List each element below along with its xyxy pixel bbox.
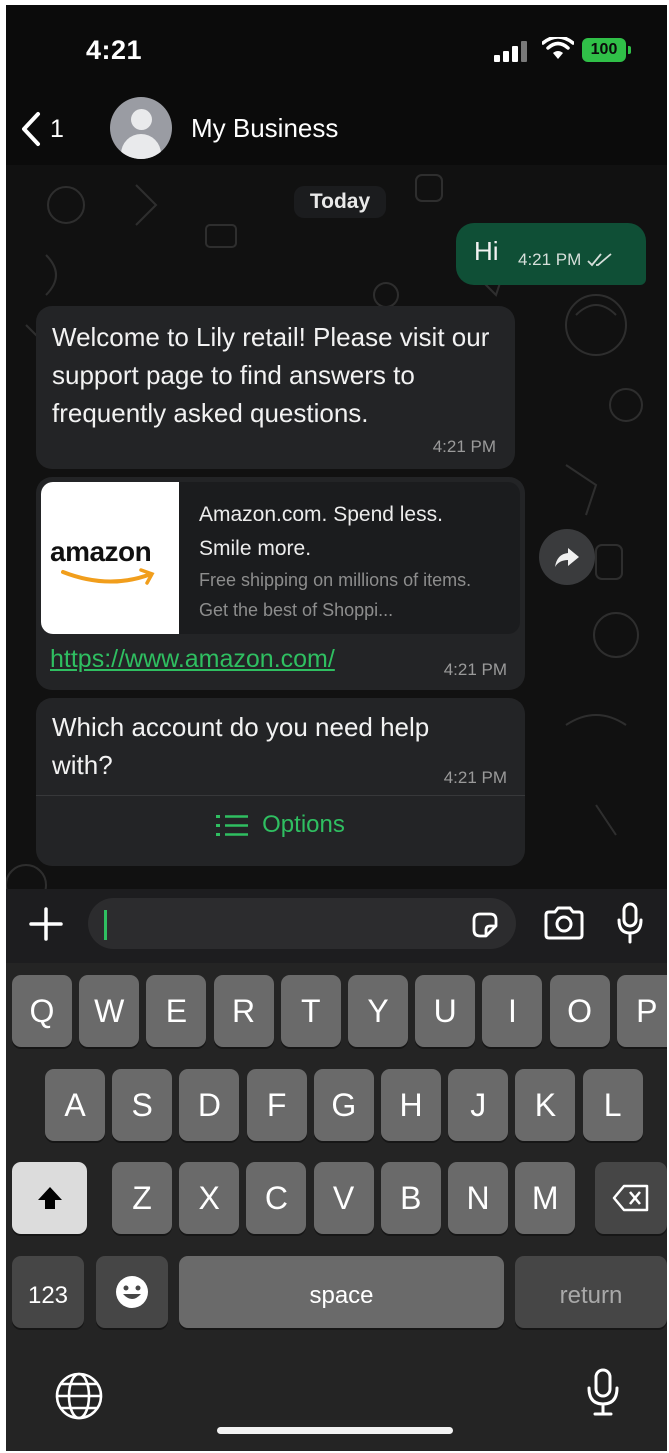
key-p[interactable]: P [616, 975, 667, 1047]
chat-area[interactable]: Today Hi 4:21 PM Welcome to Lily retail!… [6, 165, 667, 889]
key-k[interactable]: K [515, 1069, 576, 1141]
preview-title: Amazon.com. Spend less. Smile more. [199, 503, 443, 560]
key-j[interactable]: J [448, 1069, 509, 1141]
emoji-icon [116, 1276, 148, 1308]
dictation-icon[interactable] [586, 1367, 620, 1417]
message-text: Hi [474, 236, 499, 266]
message-incoming[interactable]: Which account do you need help with? 4:2… [36, 698, 525, 866]
microphone-icon[interactable] [617, 902, 643, 944]
key-m[interactable]: M [515, 1162, 576, 1234]
link-preview-card[interactable]: amazon Amazon.com. Spend less. Smile mor… [41, 482, 520, 634]
key-y[interactable]: Y [348, 975, 408, 1047]
home-indicator [217, 1427, 453, 1434]
signal-icon [494, 40, 528, 62]
forward-icon [555, 548, 579, 567]
key-v[interactable]: V [313, 1162, 374, 1234]
list-icon [216, 815, 249, 836]
back-button[interactable]: 1 [20, 111, 64, 147]
message-time: 4:21 PM [518, 250, 582, 269]
key-g[interactable]: G [313, 1069, 374, 1141]
key-t[interactable]: T [280, 975, 341, 1047]
message-time: 4:21 PM [443, 768, 507, 787]
emoji-key[interactable] [96, 1256, 168, 1328]
return-key[interactable]: return [515, 1256, 667, 1328]
message-input[interactable] [88, 898, 516, 949]
chevron-left-icon [22, 112, 40, 146]
key-w[interactable]: W [79, 975, 140, 1047]
preview-description: Free shipping on millions of items. Get … [199, 570, 472, 620]
key-r[interactable]: R [213, 975, 274, 1047]
key-u[interactable]: U [415, 975, 476, 1047]
key-q[interactable]: Q [12, 975, 72, 1047]
options-button[interactable]: Options [36, 811, 525, 839]
key-s[interactable]: S [112, 1069, 173, 1141]
key-c[interactable]: C [246, 1162, 307, 1234]
message-link-preview[interactable]: amazon Amazon.com. Spend less. Smile mor… [36, 477, 525, 690]
numbers-key[interactable]: 123 [12, 1256, 84, 1328]
double-check-icon [587, 253, 612, 267]
message-incoming[interactable]: Welcome to Lily retail! Please visit our… [36, 306, 515, 469]
unread-count: 1 [50, 114, 64, 143]
avatar[interactable] [110, 97, 172, 159]
key-n[interactable]: N [448, 1162, 508, 1234]
amazon-logo: amazon [41, 482, 179, 634]
date-chip: Today [294, 186, 386, 218]
key-i[interactable]: I [482, 975, 543, 1047]
key-f[interactable]: F [246, 1069, 307, 1141]
divider [36, 795, 525, 796]
key-x[interactable]: X [179, 1162, 240, 1234]
delete-key[interactable] [595, 1162, 667, 1234]
key-e[interactable]: E [146, 975, 207, 1047]
globe-icon[interactable] [54, 1371, 104, 1421]
phone-screen: 4:21 100 1 My Business Today Hi 4:21 PM … [6, 5, 667, 1451]
message-time: 4:21 PM [443, 660, 507, 679]
message-text: Welcome to Lily retail! Please visit our… [52, 322, 490, 428]
key-b[interactable]: B [380, 1162, 441, 1234]
composer-bar [6, 889, 667, 963]
status-bar: 4:21 100 [6, 5, 667, 93]
message-time: 4:21 PM [432, 437, 496, 456]
chat-header: 1 My Business [6, 93, 667, 165]
forward-button[interactable] [539, 529, 595, 585]
camera-icon[interactable] [543, 906, 585, 940]
options-label: Options [262, 811, 345, 838]
message-meta: 4:21 PM [518, 250, 613, 270]
amazon-smile-icon [61, 568, 155, 585]
text-caret [104, 910, 107, 940]
contact-name[interactable]: My Business [191, 113, 338, 144]
backspace-icon [612, 1184, 649, 1212]
status-time: 4:21 [86, 35, 143, 65]
key-l[interactable]: L [582, 1069, 643, 1141]
key-z[interactable]: Z [112, 1162, 172, 1234]
message-link[interactable]: https://www.amazon.com/ [50, 645, 335, 674]
shift-arrow-icon [37, 1187, 62, 1209]
key-d[interactable]: D [179, 1069, 240, 1141]
plus-icon[interactable] [28, 906, 64, 942]
battery-icon: 100 [582, 38, 631, 62]
key-o[interactable]: O [549, 975, 610, 1047]
key-a[interactable]: A [45, 1069, 105, 1141]
message-text: Which account do you need help with? [52, 712, 430, 780]
sticker-icon[interactable] [470, 910, 500, 940]
shift-key[interactable] [12, 1162, 87, 1234]
wifi-icon [542, 37, 574, 59]
key-h[interactable]: H [381, 1069, 441, 1141]
keyboard: 123 space return QWERTYUIOP ASDFGHJKL ZXCV… [6, 963, 667, 1451]
message-outgoing[interactable]: Hi 4:21 PM [456, 223, 646, 285]
space-key[interactable]: space [179, 1256, 504, 1328]
